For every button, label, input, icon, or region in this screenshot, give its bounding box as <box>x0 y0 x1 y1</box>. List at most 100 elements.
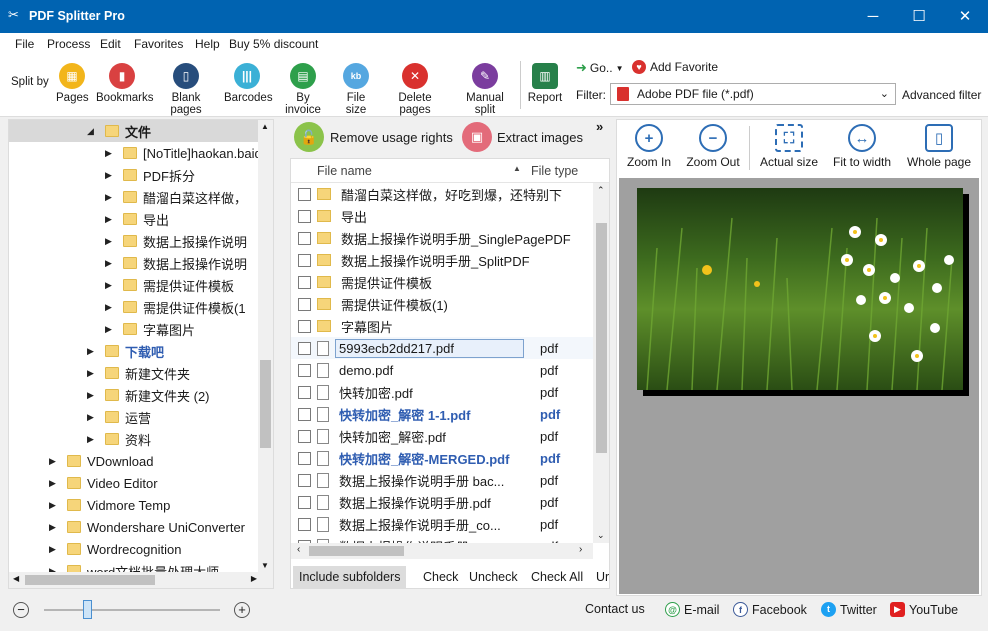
tree-vertical-scrollbar[interactable]: ▲ ▼ <box>258 120 273 572</box>
tree-item[interactable]: ▶ Video Editor <box>49 472 158 494</box>
row-checkbox[interactable] <box>298 451 311 465</box>
tree-item[interactable]: ▶ 需提供证件模板(1 <box>105 296 246 318</box>
whole-page-button[interactable]: ▯ Whole page <box>901 124 977 169</box>
collapsed-arrow-icon[interactable]: ▶ <box>105 258 117 269</box>
scroll-left-icon[interactable]: ◀ <box>13 574 19 583</box>
file-row[interactable]: 数据上报操作说明手册_SplitPDF <box>291 249 609 271</box>
tree-item[interactable]: ▶ 下载吧 <box>87 340 164 362</box>
scroll-right-icon[interactable]: › <box>579 544 582 555</box>
scroll-up-icon[interactable]: ▲ <box>261 122 269 131</box>
uncheck-button[interactable]: Uncheck <box>469 570 518 584</box>
email-link[interactable]: @ E-mail <box>665 602 719 617</box>
file-row[interactable]: 数据上报操作说明手册 bac... pdf <box>291 469 609 491</box>
file-row[interactable]: 快转加密.pdf pdf <box>291 381 609 403</box>
tree-item[interactable]: ▶ 数据上报操作说明 <box>105 230 247 252</box>
row-checkbox[interactable] <box>298 429 311 443</box>
collapsed-arrow-icon[interactable]: ▶ <box>87 434 99 445</box>
fit-to-width-button[interactable]: ↔ Fit to width <box>827 124 897 169</box>
tree-item[interactable]: ▶ 数据上报操作说明 <box>105 252 247 274</box>
row-checkbox[interactable] <box>298 297 311 311</box>
collapsed-arrow-icon[interactable]: ▶ <box>105 170 117 181</box>
collapsed-arrow-icon[interactable]: ▶ <box>49 522 61 533</box>
tree-item[interactable]: ▶ PDF拆分 <box>105 164 195 186</box>
remove-usage-rights-button[interactable]: 🔓 Remove usage rights <box>294 122 453 152</box>
split-by-invoice-button[interactable]: ▤ By invoice <box>278 63 328 116</box>
minimize-button[interactable]: ─ <box>850 0 896 33</box>
advanced-filter-link[interactable]: Advanced filter <box>902 88 981 102</box>
tree-item[interactable]: ▶ [NoTitle]haokan.baid <box>105 142 262 164</box>
tree-item[interactable]: ◢ 文件 <box>9 120 259 142</box>
uncheck-all-button[interactable]: Ur <box>596 570 609 584</box>
menu-process[interactable]: Process <box>47 37 90 51</box>
file-row[interactable]: 需提供证件模板(1) <box>291 293 609 315</box>
split-file-size-button[interactable]: kb File size <box>336 63 376 116</box>
collapsed-arrow-icon[interactable]: ▶ <box>105 236 117 247</box>
menu-buy-discount[interactable]: Buy 5% discount <box>229 37 318 51</box>
file-row[interactable]: 数据上报操作说明手册_co... pdf <box>291 513 609 535</box>
add-favorite-button[interactable]: ♥ Add Favorite <box>632 60 718 74</box>
tree-item[interactable]: ▶ VDownload <box>49 450 154 472</box>
tree-item[interactable]: ▶ 需提供证件模板 <box>105 274 234 296</box>
row-checkbox[interactable] <box>298 363 311 377</box>
collapsed-arrow-icon[interactable]: ▶ <box>49 500 61 511</box>
collapsed-arrow-icon[interactable]: ▶ <box>87 412 99 423</box>
twitter-link[interactable]: t Twitter <box>821 602 877 617</box>
scroll-down-icon[interactable]: ⌄ <box>597 530 605 541</box>
collapsed-arrow-icon[interactable]: ▶ <box>105 192 117 203</box>
tree-item[interactable]: ▶ 字幕图片 <box>105 318 195 340</box>
row-checkbox[interactable] <box>298 253 311 267</box>
menu-help[interactable]: Help <box>195 37 220 51</box>
tree-item[interactable]: ▶ 新建文件夹 (2) <box>87 384 210 406</box>
filter-select[interactable]: Adobe PDF file (*.pdf) ⌄ <box>610 83 896 105</box>
youtube-link[interactable]: ▶ YouTube <box>890 602 958 617</box>
file-list-horizontal-scrollbar[interactable]: ‹ › <box>291 543 593 559</box>
check-all-button[interactable]: Check All <box>531 570 583 584</box>
row-checkbox[interactable] <box>298 495 311 509</box>
tree-scroll-thumb[interactable] <box>260 360 271 448</box>
scroll-left-icon[interactable]: ‹ <box>297 544 300 555</box>
file-scroll-thumb[interactable] <box>596 223 607 453</box>
split-barcodes-button[interactable]: ||| Barcodes <box>224 63 273 104</box>
file-row[interactable]: 字幕图片 <box>291 315 609 337</box>
tree-item[interactable]: ▶ 资料 <box>87 428 151 450</box>
file-row[interactable]: 数据上报操作说明手册.pdf pdf <box>291 491 609 513</box>
scroll-up-icon[interactable]: ⌃ <box>597 185 605 196</box>
menu-favorites[interactable]: Favorites <box>134 37 183 51</box>
collapsed-arrow-icon[interactable]: ▶ <box>105 324 117 335</box>
file-list-vertical-scrollbar[interactable]: ⌃ ⌄ <box>593 183 609 543</box>
close-button[interactable]: ✕ <box>942 0 988 33</box>
file-hscroll-thumb[interactable] <box>309 546 404 556</box>
tree-item[interactable]: ▶ Wordrecognition <box>49 538 181 560</box>
collapsed-arrow-icon[interactable]: ▶ <box>87 368 99 379</box>
column-file-name[interactable]: File name <box>317 164 372 178</box>
facebook-link[interactable]: f Facebook <box>733 602 807 617</box>
collapsed-arrow-icon[interactable]: ▶ <box>105 302 117 313</box>
tree-item[interactable]: ▶ 新建文件夹 <box>87 362 190 384</box>
collapsed-arrow-icon[interactable]: ▶ <box>105 280 117 291</box>
check-button[interactable]: Check <box>423 570 458 584</box>
scroll-down-icon[interactable]: ▼ <box>261 561 269 570</box>
tree-item[interactable]: ▶ 运营 <box>87 406 151 428</box>
manual-split-button[interactable]: ✎ Manual split <box>455 63 515 116</box>
file-row[interactable]: 醋溜白菜这样做，好吃到爆，还特别下 <box>291 183 609 205</box>
collapsed-arrow-icon[interactable]: ▶ <box>87 346 99 357</box>
row-checkbox[interactable] <box>298 407 311 421</box>
collapsed-arrow-icon[interactable]: ▶ <box>105 148 117 159</box>
actual-size-button[interactable]: ⛶ Actual size <box>757 124 821 169</box>
file-row[interactable]: 快转加密_解密.pdf pdf <box>291 425 609 447</box>
go-button[interactable]: ➜ Go.. ▼ <box>576 60 624 76</box>
file-row[interactable]: 5993ecb2dd217.pdf pdf <box>291 337 609 359</box>
zoom-slider-track[interactable] <box>44 609 220 611</box>
collapsed-arrow-icon[interactable]: ▶ <box>49 544 61 555</box>
zoom-plus-button[interactable]: + <box>234 602 250 618</box>
split-blank-pages-button[interactable]: ▯ Blank pages <box>156 63 216 116</box>
row-checkbox[interactable] <box>298 231 311 245</box>
row-checkbox[interactable] <box>298 319 311 333</box>
row-checkbox[interactable] <box>298 209 311 223</box>
scroll-right-icon[interactable]: ▶ <box>251 574 257 583</box>
tree-item[interactable]: ▶ Vidmore Temp <box>49 494 170 516</box>
row-checkbox[interactable] <box>298 517 311 531</box>
collapsed-arrow-icon[interactable]: ▶ <box>49 456 61 467</box>
tree-item[interactable]: ▶ 醋溜白菜这样做， <box>105 186 247 208</box>
zoom-slider-thumb[interactable] <box>83 600 92 619</box>
